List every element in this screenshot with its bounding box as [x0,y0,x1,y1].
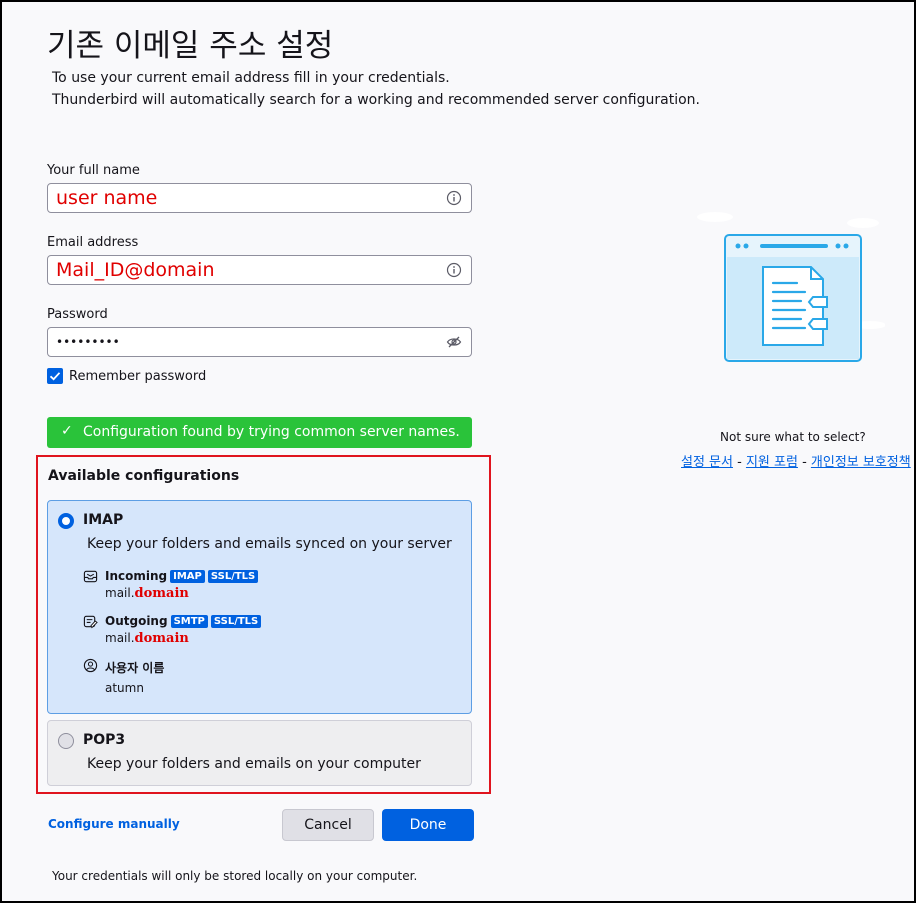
check-icon: ✓ [61,423,73,439]
username-label: 사용자 이름 [105,661,165,675]
pop3-title: POP3 [83,732,126,748]
remember-password-label[interactable]: Remember password [69,369,206,384]
subtitle-line-1: To use your current email address fill i… [52,70,450,86]
imap-radio[interactable] [58,513,74,529]
email-input[interactable]: Mail_ID@domain [47,255,472,285]
username-value: atumn [105,681,144,695]
incoming-host-prefix: mail. [105,586,135,600]
incoming-label: Incoming [105,569,168,583]
imap-option-card[interactable]: IMAP Keep your folders and emails synced… [47,500,472,714]
outgoing-security-badge: SSL/TLS [210,615,262,628]
done-button[interactable]: Done [382,809,474,841]
help-prompt: Not sure what to select? [720,430,866,444]
subtitle-line-2: Thunderbird will automatically search fo… [52,92,700,108]
password-label: Password [47,307,108,322]
inbox-icon [83,570,98,583]
outbox-icon [83,615,98,629]
incoming-host: mail.domain [105,586,189,601]
outgoing-host: mail.domain [105,631,189,646]
imap-title: IMAP [83,512,124,528]
eye-hidden-icon[interactable] [446,334,462,350]
full-name-value: user name [56,187,158,209]
incoming-server: Incoming IMAP SSL/TLS [105,569,259,583]
full-name-input[interactable]: user name [47,183,472,213]
incoming-protocol-badge: IMAP [170,570,205,583]
outgoing-host-prefix: mail. [105,631,135,645]
pop3-option-card[interactable]: POP3 Keep your folders and emails on you… [47,720,472,786]
cancel-button[interactable]: Cancel [282,809,374,841]
email-label: Email address [47,235,139,250]
remember-password-checkbox[interactable] [47,368,63,384]
success-message: Configuration found by trying common ser… [83,424,460,440]
pop3-description: Keep your folders and emails on your com… [87,756,421,772]
link-separator: - [797,455,811,470]
privacy-policy-link[interactable]: 개인정보 보호정책 [811,455,911,470]
configure-manually-link[interactable]: Configure manually [48,817,180,831]
success-banner: ✓ Configuration found by trying common s… [47,417,472,448]
outgoing-host-domain: domain [134,631,189,646]
page-title: 기존 이메일 주소 설정 [47,28,334,64]
outgoing-label: Outgoing [105,614,168,628]
pop3-radio[interactable] [58,733,74,749]
help-links: 설정 문서 - 지원 포럼 - 개인정보 보호정책 [681,451,911,470]
info-icon[interactable] [446,262,462,278]
available-configurations-heading: Available configurations [48,468,240,484]
link-separator: - [732,455,746,470]
outgoing-server: Outgoing SMTP SSL/TLS [105,614,262,628]
password-input[interactable]: ••••••••• [47,327,472,357]
user-icon [83,658,98,673]
incoming-security-badge: SSL/TLS [207,570,259,583]
checkmark-icon [49,372,61,381]
imap-description: Keep your folders and emails synced on y… [87,536,452,552]
document-illustration-icon [697,212,885,362]
account-setup-window: 기존 이메일 주소 설정 To use your current email a… [2,2,914,901]
incoming-host-domain: domain [134,586,189,601]
full-name-label: Your full name [47,163,140,178]
password-value: ••••••••• [56,335,120,349]
setup-docs-link[interactable]: 설정 문서 [681,455,733,470]
outgoing-protocol-badge: SMTP [170,615,208,628]
credentials-note: Your credentials will only be stored loc… [52,869,418,883]
email-value: Mail_ID@domain [56,259,215,281]
info-icon[interactable] [446,190,462,206]
support-forum-link[interactable]: 지원 포럼 [746,455,798,470]
